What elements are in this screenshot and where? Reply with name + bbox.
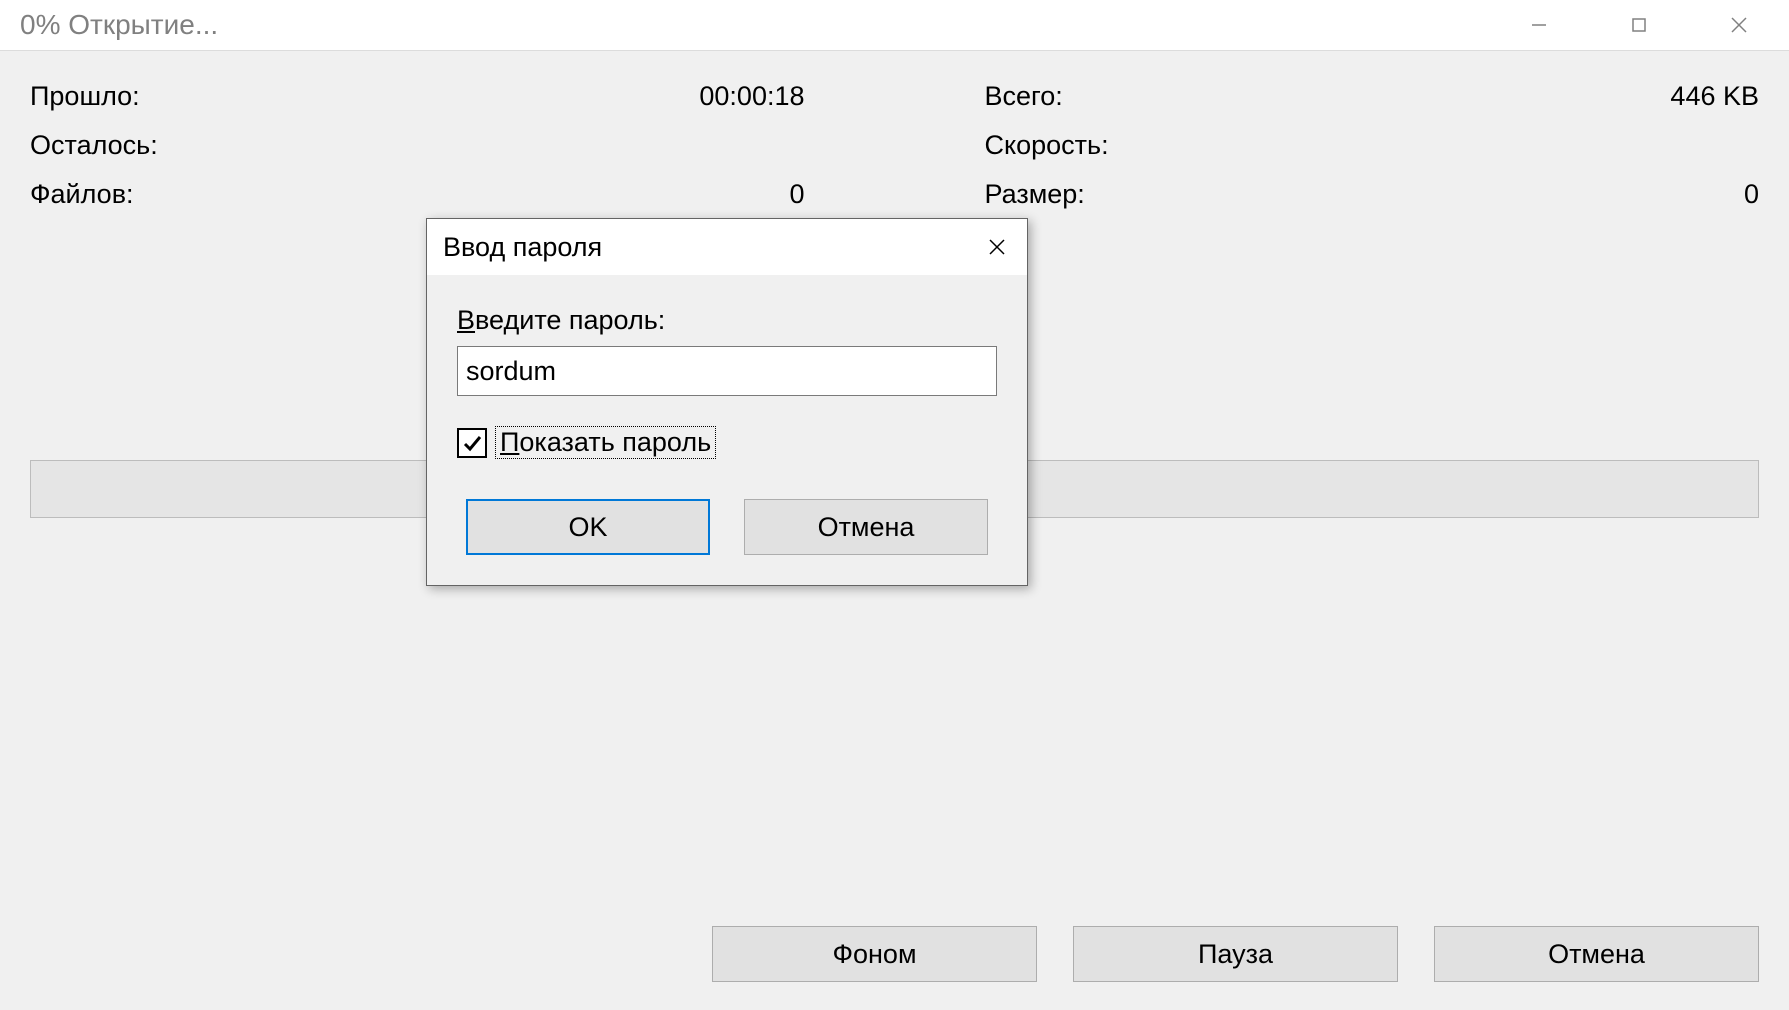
size-label: Размер: <box>985 179 1085 210</box>
show-password-row: Показать пароль <box>457 426 997 459</box>
dialog-cancel-button[interactable]: Отмена <box>744 499 988 555</box>
files-label: Файлов: <box>30 179 134 210</box>
total-label: Всего: <box>985 81 1063 112</box>
maximize-icon <box>1630 16 1648 34</box>
stats-row-size: Размер: 0 <box>985 179 1760 210</box>
minimize-icon <box>1530 16 1548 34</box>
dialog-titlebar: Ввод пароля <box>427 219 1027 275</box>
close-icon <box>1729 15 1749 35</box>
close-icon <box>987 237 1007 257</box>
password-input[interactable] <box>457 346 997 396</box>
files-value: 0 <box>789 179 804 210</box>
dialog-body: Введите пароль: Показать пароль OK Отмен… <box>427 275 1027 585</box>
dialog-title: Ввод пароля <box>443 232 602 263</box>
remaining-label: Осталось: <box>30 130 158 161</box>
stats-row-speed: Скорость: <box>985 130 1760 161</box>
window-title: 0% Открытие... <box>20 9 218 41</box>
password-dialog: Ввод пароля Введите пароль: Показать пар… <box>426 218 1028 586</box>
cancel-button[interactable]: Отмена <box>1434 926 1759 982</box>
stats-row-elapsed: Прошло: 00:00:18 <box>30 81 805 112</box>
close-button[interactable] <box>1689 0 1789 50</box>
password-label: Введите пароль: <box>457 305 997 336</box>
total-value: 446 KB <box>1670 81 1759 112</box>
dialog-buttons: OK Отмена <box>457 499 997 555</box>
checkmark-icon <box>461 432 483 454</box>
pause-button[interactable]: Пауза <box>1073 926 1398 982</box>
minimize-button[interactable] <box>1489 0 1589 50</box>
stats-row-total: Всего: 446 KB <box>985 81 1760 112</box>
bottom-buttons: Фоном Пауза Отмена <box>712 926 1759 982</box>
stats-row-remaining: Осталось: <box>30 130 805 161</box>
show-password-label[interactable]: Показать пароль <box>495 426 716 459</box>
size-value: 0 <box>1744 179 1759 210</box>
background-button[interactable]: Фоном <box>712 926 1037 982</box>
main-window-titlebar: 0% Открытие... <box>0 0 1789 50</box>
elapsed-label: Прошло: <box>30 81 140 112</box>
maximize-button[interactable] <box>1589 0 1689 50</box>
stats-grid: Прошло: 00:00:18 Всего: 446 KB Осталось:… <box>30 81 1759 210</box>
window-controls <box>1489 0 1789 50</box>
show-password-checkbox[interactable] <box>457 428 487 458</box>
dialog-close-button[interactable] <box>967 219 1027 275</box>
ok-button[interactable]: OK <box>466 499 710 555</box>
speed-label: Скорость: <box>985 130 1109 161</box>
stats-row-files: Файлов: 0 <box>30 179 805 210</box>
elapsed-value: 00:00:18 <box>699 81 804 112</box>
